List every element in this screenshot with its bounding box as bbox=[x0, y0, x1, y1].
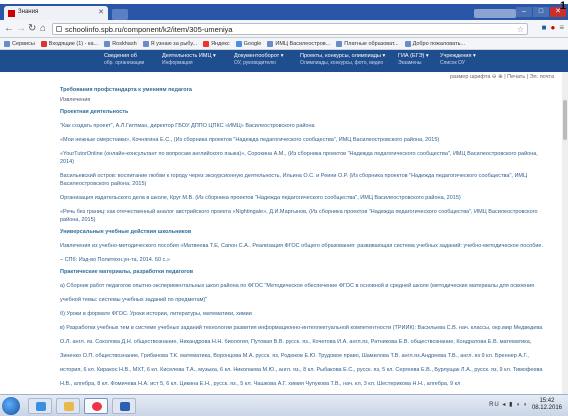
chrome-icon bbox=[92, 402, 102, 411]
opera-icon[interactable]: ● bbox=[550, 23, 555, 32]
start-button[interactable] bbox=[2, 397, 20, 415]
bookmark-item[interactable]: Яндекс bbox=[203, 40, 230, 47]
content-link[interactable]: "Как создать проект", А.Л.Гилтман, дирек… bbox=[60, 122, 546, 130]
bookmark-icon bbox=[104, 40, 111, 47]
section-heading: Требования профстандарта к умениям педаг… bbox=[60, 87, 192, 93]
yandex-icon bbox=[203, 40, 210, 47]
page-info-icon[interactable] bbox=[56, 26, 62, 32]
url-text: schoolinfo.spb.ru/component/k2/item/305-… bbox=[65, 25, 233, 34]
section-heading: Универсальные учебные действия школьнико… bbox=[60, 229, 192, 235]
bookmark-item[interactable]: ИМЦ Василеостров... bbox=[267, 40, 330, 47]
reload-icon[interactable]: ↻ bbox=[28, 22, 36, 36]
content-link[interactable]: «YourTutorOnline (онлайн-консультант по … bbox=[60, 150, 546, 158]
clock[interactable]: 15:42 08.12.2016 bbox=[532, 398, 562, 412]
bookmark-icon bbox=[336, 40, 343, 47]
maximize-icon[interactable]: □ bbox=[533, 7, 549, 17]
browser-tabstrip: Знания ✕ – □ ✕ bbox=[0, 4, 568, 20]
window-controls: – □ ✕ bbox=[516, 7, 566, 18]
bookmark-item[interactable]: Добро пожаловать... bbox=[404, 40, 465, 47]
address-toolbar: ← → ↻ ⌂ schoolinfo.spb.ru/component/k2/i… bbox=[0, 20, 568, 38]
ie-icon bbox=[36, 402, 46, 411]
nav-item-institutions[interactable]: Учреждения ▾ Список ОУ bbox=[440, 53, 476, 67]
system-tray[interactable]: RU ◂ ▮ ◖ ◗ bbox=[489, 401, 528, 408]
content-link[interactable]: района, 2015) bbox=[60, 216, 546, 224]
windows-taskbar: RU ◂ ▮ ◖ ◗ 15:42 08.12.2016 bbox=[0, 394, 568, 416]
word-icon bbox=[120, 402, 130, 411]
bookmarks-bar: Сервисы Входящие (1) - ка... Roskhash Я … bbox=[0, 38, 568, 50]
content-link[interactable]: Организация издательского дела в школе, … bbox=[60, 194, 546, 202]
taskbar-app[interactable] bbox=[112, 398, 136, 414]
content-link[interactable]: а) Сборник работ педагогов опытно-экспер… bbox=[60, 282, 546, 290]
site-navigation: Сведения об обр. организации Деятельность… bbox=[0, 50, 568, 72]
nav-item-documents[interactable]: Документооборот ▾ ОУ, руководителю bbox=[234, 53, 283, 67]
bookmark-icon bbox=[142, 40, 149, 47]
extension-icon[interactable]: ■ bbox=[542, 23, 547, 32]
content-link[interactable]: в) Разработки учебных тем в системе учеб… bbox=[60, 324, 546, 332]
content-link[interactable]: б) Уроки в формате ФГОС. Уроки истории, … bbox=[60, 310, 546, 318]
favicon-icon bbox=[8, 10, 15, 17]
google-icon bbox=[235, 40, 242, 47]
back-arrow-icon[interactable]: ← bbox=[4, 22, 14, 36]
content-link[interactable]: учебной темы: системы учебных заданий по… bbox=[60, 296, 546, 304]
folder-icon bbox=[64, 402, 74, 411]
tab-title: Знания bbox=[18, 9, 39, 15]
menu-icon[interactable]: ≡ bbox=[559, 23, 564, 32]
bookmark-icon bbox=[267, 40, 274, 47]
taskbar-app[interactable] bbox=[84, 398, 108, 414]
browser-tab[interactable]: Знания ✕ bbox=[4, 6, 108, 20]
taskbar-app[interactable] bbox=[56, 398, 80, 414]
toolbar-icons: ■ ● ≡ bbox=[542, 23, 564, 32]
close-tab-icon[interactable]: ✕ bbox=[98, 8, 104, 16]
content-link[interactable]: «Мои нежные смерстники», Кочнягина Е.С.,… bbox=[60, 136, 546, 144]
bookmark-star-icon[interactable]: ☆ bbox=[517, 24, 524, 35]
content-link[interactable]: Зиненко О.П. обществознание, Грибанова Т… bbox=[60, 352, 546, 360]
scrollbar-thumb[interactable] bbox=[563, 100, 567, 140]
content-link[interactable]: О.Л. англ. яз. Соколова Д.Н. обществозна… bbox=[60, 338, 546, 346]
content-link[interactable]: «Речь без границ: как отечественный анал… bbox=[60, 208, 546, 216]
url-input[interactable]: schoolinfo.spb.ru/component/k2/item/305-… bbox=[52, 23, 528, 35]
bookmark-item[interactable]: Сервисы bbox=[4, 40, 35, 47]
section-heading: Проектная деятельность bbox=[60, 109, 129, 115]
minimize-icon[interactable]: – bbox=[516, 7, 532, 17]
content-link[interactable]: 2014) bbox=[60, 158, 546, 166]
home-icon[interactable]: ⌂ bbox=[40, 22, 46, 36]
article-tools[interactable]: размер шрифта ⊖ ⊕ | Печать | Эл. почта bbox=[450, 74, 554, 80]
article-content: размер шрифта ⊖ ⊕ | Печать | Эл. почта Т… bbox=[0, 72, 562, 394]
page-number: 1 bbox=[559, 0, 566, 12]
content-link[interactable]: Извлечения из учебно-методического пособ… bbox=[60, 242, 546, 250]
forward-arrow-icon[interactable]: → bbox=[16, 22, 26, 36]
content-link[interactable]: – СПб: Изд-во Политехн.ун-та, 2014. 60 с… bbox=[60, 256, 546, 264]
content-link[interactable]: Василеостровского района, 2015) bbox=[60, 180, 546, 188]
user-profile-button[interactable] bbox=[474, 9, 516, 18]
bookmark-item[interactable]: Я узнаю за рыбу... bbox=[142, 40, 197, 47]
scrollbar[interactable] bbox=[562, 72, 568, 394]
apps-icon bbox=[4, 40, 10, 47]
section-heading: Практические материалы, разработки педаг… bbox=[60, 269, 194, 275]
bookmark-item[interactable]: Платные образоват... bbox=[336, 40, 399, 47]
content-link: Извлечения bbox=[60, 97, 91, 103]
bookmark-item[interactable]: Google bbox=[235, 40, 261, 47]
mail-icon bbox=[40, 40, 47, 47]
new-tab-button[interactable] bbox=[112, 9, 128, 20]
content-link[interactable]: Н.В., алгебра, 8 кл. Фомичева Н.А. ист 5… bbox=[60, 380, 546, 388]
taskbar-app[interactable] bbox=[28, 398, 52, 414]
nav-item-about[interactable]: Сведения об обр. организации bbox=[104, 53, 144, 67]
content-link[interactable]: история, 6 кл. Киракос Н.В., МХТ, 6 кл. … bbox=[60, 366, 546, 374]
nav-item-activity[interactable]: Деятельность ИМЦ ▾ Информация bbox=[162, 53, 216, 67]
bookmark-item[interactable]: Roskhash bbox=[104, 40, 137, 47]
bookmark-item[interactable]: Входящие (1) - ка... bbox=[40, 40, 98, 47]
nav-item-projects[interactable]: Проекты, конкурсы, олимпиады ▾ Олимпиады,… bbox=[300, 53, 385, 67]
bookmark-icon bbox=[404, 40, 411, 47]
nav-item-gia[interactable]: ГИА (ЕГЭ) ▾ Экзамены bbox=[398, 53, 429, 67]
content-link[interactable]: Васильевский остров: воспитание любви к … bbox=[60, 172, 546, 180]
